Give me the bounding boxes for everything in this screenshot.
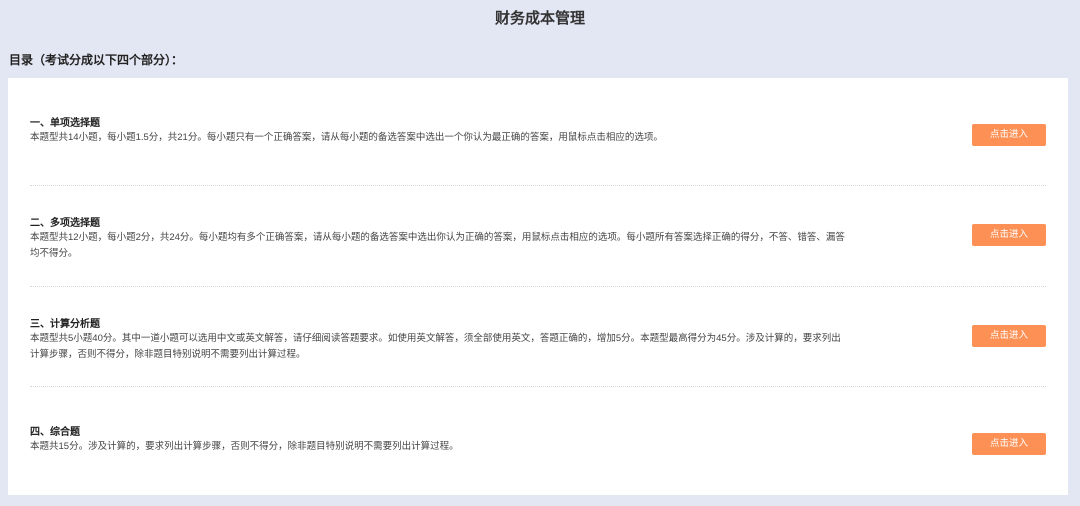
section-description: 本题型共12小题，每小题2分，共24分。每小题均有多个正确答案，请从每小题的备选… — [30, 232, 845, 259]
section-comprehensive: 四、综合题 本题共15分。涉及计算的，要求列出计算步骤，否则不得分，除非题目特别… — [30, 387, 1046, 487]
toc-heading: 目录（考试分成以下四个部分）： — [9, 53, 184, 67]
section-title: 三、计算分析题 — [30, 319, 100, 330]
enter-button[interactable]: 点击进入 — [972, 224, 1046, 246]
section-title: 二、多项选择题 — [30, 218, 100, 229]
section-single-choice: 一、单项选择题 本题型共14小题，每小题1.5分，共21分。每小题只有一个正确答… — [30, 78, 1046, 178]
enter-button[interactable]: 点击进入 — [972, 433, 1046, 455]
section-description: 本题型共5小题40分。其中一道小题可以选用中文或英文解答，请仔细阅读答题要求。如… — [30, 333, 841, 360]
enter-button[interactable]: 点击进入 — [972, 325, 1046, 347]
section-description: 本题型共14小题，每小题1.5分，共21分。每小题只有一个正确答案，请从每小题的… — [30, 132, 663, 143]
section-title: 一、单项选择题 — [30, 118, 100, 129]
page-title: 财务成本管理 — [494, 10, 585, 27]
sections-panel: 一、单项选择题 本题型共14小题，每小题1.5分，共21分。每小题只有一个正确答… — [8, 78, 1068, 495]
section-multiple-choice: 二、多项选择题 本题型共12小题，每小题2分，共24分。每小题均有多个正确答案，… — [30, 178, 1046, 278]
section-title: 四、综合题 — [30, 427, 80, 438]
enter-button[interactable]: 点击进入 — [972, 124, 1046, 146]
section-description: 本题共15分。涉及计算的，要求列出计算步骤，否则不得分，除非题目特别说明不需要列… — [30, 441, 459, 452]
section-calculation: 三、计算分析题 本题型共5小题40分。其中一道小题可以选用中文或英文解答，请仔细… — [30, 279, 1046, 379]
